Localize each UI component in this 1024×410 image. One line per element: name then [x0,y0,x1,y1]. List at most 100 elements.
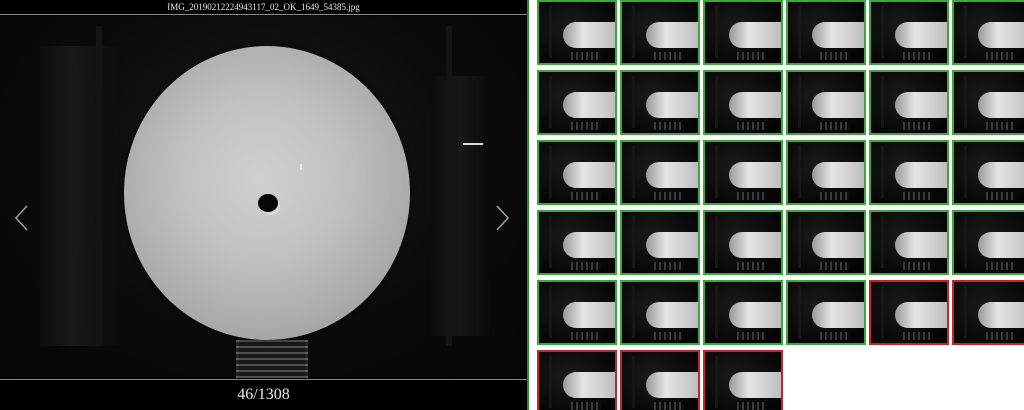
thumbnail-ng[interactable] [620,350,700,410]
thumbnail-ok[interactable] [786,210,866,275]
thumbnail-object [978,92,1024,118]
thumbnail-ok[interactable] [786,280,866,345]
thumbnail-ok[interactable] [869,140,949,205]
thumbnail-object [646,302,698,328]
thumbnail-object [895,302,947,328]
thumbnail-rail [654,262,684,270]
thumbnail-rail [903,332,933,340]
thumbnail-post [798,216,801,268]
thumbnail-object [895,232,947,258]
thumbnail-post [715,76,718,128]
thumbnail-rail [737,52,767,60]
thumbnail-post [881,6,884,58]
thumbnail-ok[interactable] [703,70,783,135]
background-structure-left [40,46,120,346]
thumbnail-ok[interactable] [537,280,617,345]
thumbnail-ok[interactable] [703,140,783,205]
thumbnail-post [549,356,552,408]
thumbnail-ok[interactable] [620,280,700,345]
thumbnail-post [964,76,967,128]
thumbnail-rail [654,52,684,60]
thumbnail-rail [737,122,767,130]
main-image [0,16,527,378]
thumbnail-rail [986,332,1016,340]
thumbnail-post [881,286,884,338]
thumbnail-object [812,162,864,188]
thumbnail-post [798,76,801,128]
disk-center-hole [258,194,278,212]
thumbnail-post [549,6,552,58]
thumbnail-object [729,302,781,328]
thumbnail-ng[interactable] [537,350,617,410]
chevron-right-icon[interactable] [494,205,510,231]
thumbnail-ok[interactable] [620,70,700,135]
thumbnail-ok[interactable] [537,140,617,205]
thumbnail-rail [986,262,1016,270]
thumbnail-ok[interactable] [952,70,1024,135]
thumbnail-object [563,162,615,188]
thumbnail-post [798,286,801,338]
thumbnail-rail [571,402,601,410]
thumbnail-object [729,22,781,48]
background-post [96,26,102,346]
thumbnail-post [632,146,635,198]
thumbnail-ok[interactable] [869,0,949,65]
thumbnail-ok[interactable] [786,0,866,65]
thumbnail-rail [571,332,601,340]
thumbnail-rail [820,262,850,270]
thumbnail-post [715,356,718,408]
thumbnail-ok[interactable] [952,210,1024,275]
thumbnail-ok[interactable] [537,0,617,65]
thumbnail-rail [571,192,601,200]
thumbnail-rail [986,122,1016,130]
chevron-left-icon[interactable] [14,205,30,231]
thumbnail-post [798,146,801,198]
thumbnail-object [978,232,1024,258]
thumbnail-object [563,232,615,258]
thumbnail-rail [571,262,601,270]
thumbnail-ok[interactable] [620,0,700,65]
background-post [446,26,452,346]
thumbnail-ng[interactable] [703,350,783,410]
thumbnail-post [632,6,635,58]
thumbnail-ng[interactable] [952,280,1024,345]
thumbnail-ok[interactable] [786,140,866,205]
thumbnail-post [549,216,552,268]
thumbnail-rail [986,192,1016,200]
thumbnail-ok[interactable] [869,210,949,275]
thumbnail-ok[interactable] [703,210,783,275]
thumbnail-object [812,232,864,258]
thumbnail-post [881,146,884,198]
thumbnail-object [895,162,947,188]
thumbnail-ok[interactable] [869,70,949,135]
thumbnail-ok[interactable] [620,210,700,275]
thumbnail-ok[interactable] [537,70,617,135]
thumbnail-post [632,76,635,128]
image-filename: IMG_20190212224943117_02_OK_1649_54385.j… [0,0,527,15]
thumbnail-ok[interactable] [786,70,866,135]
thumbnail-rail [571,52,601,60]
image-viewer: IMG_20190212224943117_02_OK_1649_54385.j… [0,0,529,410]
thumbnail-ok[interactable] [703,280,783,345]
thumbnail-post [549,286,552,338]
thumbnail-rail [820,52,850,60]
thumbnail-post [881,76,884,128]
thumbnail-rail [654,192,684,200]
disk-mark [300,164,302,170]
thumbnail-object [563,372,615,398]
thumbnail-rail [571,122,601,130]
thumbnail-post [632,286,635,338]
thumbnail-post [715,286,718,338]
thumbnail-ok[interactable] [620,140,700,205]
thumbnail-ok[interactable] [952,0,1024,65]
thumbnail-object [978,22,1024,48]
thumbnail-ok[interactable] [537,210,617,275]
thumbnail-ng[interactable] [869,280,949,345]
thumbnail-object [895,92,947,118]
thumbnail-ok[interactable] [952,140,1024,205]
thumbnail-rail [737,262,767,270]
thumbnail-post [632,356,635,408]
thumbnail-rail [737,332,767,340]
thumbnail-ok[interactable] [703,0,783,65]
thumbnail-object [646,232,698,258]
